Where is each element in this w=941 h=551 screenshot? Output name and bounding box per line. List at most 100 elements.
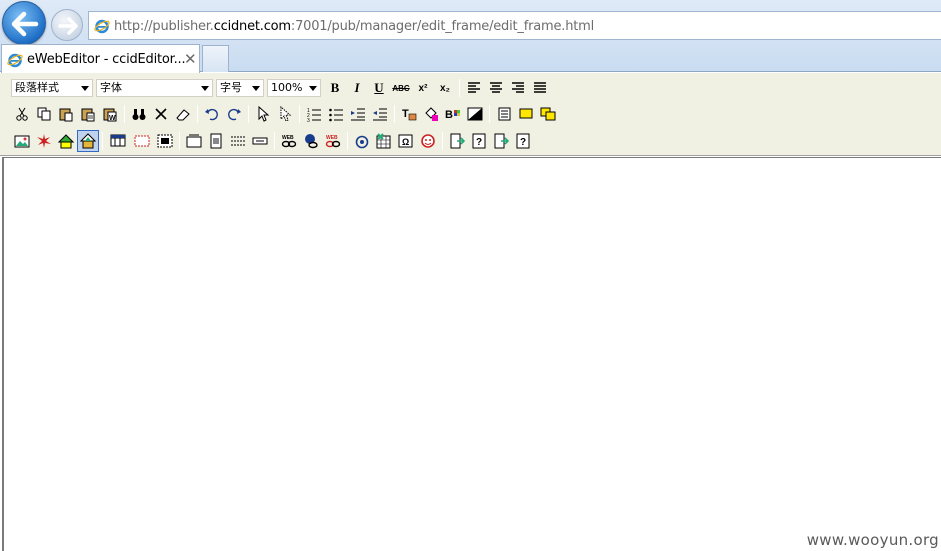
- note-button[interactable]: [515, 103, 537, 125]
- forward-button[interactable]: [51, 9, 83, 41]
- export-button[interactable]: [446, 130, 468, 152]
- unordered-list-button[interactable]: [325, 103, 347, 125]
- redo-icon: [228, 108, 241, 121]
- svg-text:WEB: WEB: [326, 135, 338, 141]
- document-icon: [498, 107, 511, 121]
- svg-text:B: B: [445, 109, 453, 121]
- table-icon: [110, 134, 126, 147]
- insert-emoticon-button[interactable]: [417, 130, 439, 152]
- redo-button[interactable]: [223, 103, 245, 125]
- ordered-list-button[interactable]: 123: [303, 103, 325, 125]
- at-sign-icon: [355, 135, 369, 149]
- undo-button[interactable]: [201, 103, 223, 125]
- cut-button[interactable]: [11, 103, 33, 125]
- copy-button[interactable]: [33, 103, 55, 125]
- about-button[interactable]: ?: [512, 130, 534, 152]
- paragraph-style-select[interactable]: 段落样式: [11, 79, 93, 97]
- highlight-color-button[interactable]: [420, 103, 442, 125]
- insert-break-button[interactable]: [249, 130, 271, 152]
- subscript-button[interactable]: x₂: [434, 77, 456, 99]
- chevron-down-icon: [77, 80, 92, 96]
- select-all-button[interactable]: [252, 103, 274, 125]
- svg-text:W: W: [109, 115, 116, 122]
- insert-link-button[interactable]: WEB: [278, 130, 300, 152]
- insert-marquee-button[interactable]: [183, 130, 205, 152]
- paste-button[interactable]: [55, 103, 77, 125]
- new-tab-button[interactable]: [202, 45, 229, 72]
- hr-button[interactable]: [493, 103, 515, 125]
- separator: [197, 105, 198, 123]
- align-center-button[interactable]: [485, 77, 507, 99]
- tab-ewebeditor[interactable]: eWebEditor - ccidEditor... ✕: [1, 44, 200, 73]
- marquee-icon: [186, 134, 202, 148]
- cell-button[interactable]: [154, 130, 176, 152]
- insert-image-button[interactable]: [11, 130, 33, 152]
- help-button[interactable]: ?: [468, 130, 490, 152]
- separator: [394, 105, 395, 123]
- font-select[interactable]: 字体: [96, 79, 213, 97]
- help-icon: ?: [472, 133, 486, 149]
- close-tab-icon[interactable]: ✕: [184, 50, 197, 68]
- diagonal-icon: [467, 107, 483, 121]
- table-properties-button[interactable]: [130, 130, 154, 152]
- layer-button[interactable]: [537, 103, 559, 125]
- emoticon-icon: [421, 134, 435, 148]
- editor-content-area[interactable]: [2, 157, 941, 551]
- insert-table-button[interactable]: [106, 130, 130, 152]
- bold-button[interactable]: B: [324, 77, 346, 99]
- eraser-icon: [176, 109, 190, 121]
- eraser-button[interactable]: [172, 103, 194, 125]
- diagonal-fill-button[interactable]: [464, 103, 486, 125]
- ie-icon: [94, 19, 110, 34]
- align-right-button[interactable]: [507, 77, 529, 99]
- align-left-icon: [468, 82, 480, 93]
- unselect-button[interactable]: [274, 103, 296, 125]
- insert-page-button[interactable]: [205, 130, 227, 152]
- indent-button[interactable]: [347, 103, 369, 125]
- paste-word-button[interactable]: W: [99, 103, 121, 125]
- insert-hr-button[interactable]: [227, 130, 249, 152]
- symbol-icon: Ω: [398, 134, 413, 148]
- strikethrough-button[interactable]: ABC: [390, 77, 412, 99]
- back-button[interactable]: [2, 1, 46, 45]
- forward-arrow-icon: [58, 17, 78, 35]
- separator: [459, 79, 460, 97]
- toolbar-row-1: 段落样式 字体 字号 100% B I U ABC x² x₂: [11, 75, 551, 101]
- spreadsheet-icon: [376, 133, 391, 149]
- insert-flash-button[interactable]: [33, 130, 55, 152]
- insert-symbol-button[interactable]: Ω: [395, 130, 417, 152]
- outdent-button[interactable]: [369, 103, 391, 125]
- bullet-list-icon: [329, 108, 343, 122]
- italic-button[interactable]: I: [346, 77, 368, 99]
- page-break-icon: [252, 137, 268, 145]
- save-as-button[interactable]: [490, 130, 512, 152]
- separator: [179, 132, 180, 150]
- underline-button[interactable]: U: [368, 77, 390, 99]
- superscript-button[interactable]: x²: [412, 77, 434, 99]
- separator: [442, 132, 443, 150]
- font-size-select[interactable]: 字号: [216, 79, 264, 97]
- home-upload-icon: [80, 133, 96, 149]
- separator: [347, 132, 348, 150]
- remove-link-button[interactable]: WEB: [322, 130, 344, 152]
- font-color-button[interactable]: T: [398, 103, 420, 125]
- align-justify-button[interactable]: [529, 77, 551, 99]
- cursor-dotted-icon: [280, 106, 292, 122]
- insert-excel-button[interactable]: [373, 130, 395, 152]
- insert-email-button[interactable]: [351, 130, 373, 152]
- svg-text:WEB: WEB: [282, 135, 294, 141]
- media-icon: [58, 134, 74, 149]
- address-bar[interactable]: http://publisher.ccidnet.com:7001/pub/ma…: [88, 11, 941, 40]
- insert-media-button[interactable]: [55, 130, 77, 152]
- tab-title: eWebEditor - ccidEditor...: [27, 52, 186, 67]
- paste-text-button[interactable]: [77, 103, 99, 125]
- delete-button[interactable]: [150, 103, 172, 125]
- insert-file-button[interactable]: [77, 130, 99, 152]
- insert-anchor-button[interactable]: [300, 130, 322, 152]
- separator: [248, 105, 249, 123]
- background-color-button[interactable]: B: [442, 103, 464, 125]
- align-left-button[interactable]: [463, 77, 485, 99]
- toolbar-row-2: W 123 T B: [11, 101, 559, 127]
- find-button[interactable]: [128, 103, 150, 125]
- zoom-select[interactable]: 100%: [267, 79, 321, 97]
